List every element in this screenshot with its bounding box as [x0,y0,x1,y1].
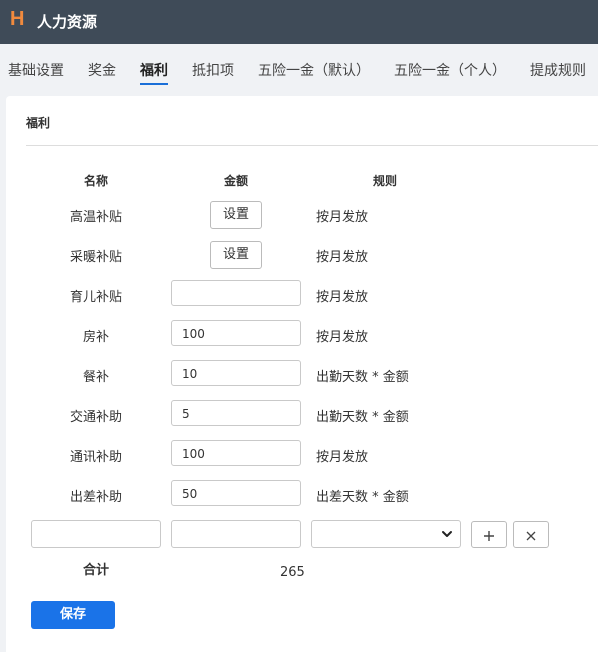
tab-bonus[interactable]: 奖金 [88,60,116,80]
tab-insurance-default[interactable]: 五险一金（默认） [258,60,370,80]
row-rule-childcare: 按月发放 [316,290,369,305]
tab-commission-rules[interactable]: 提成规则 [530,60,586,80]
childcare-amount-input[interactable] [171,280,301,306]
tab-deductions[interactable]: 抵扣项 [192,60,234,80]
row-rule-high-temp: 按月发放 [316,210,369,225]
telecom-amount-input[interactable]: 100 [171,440,301,466]
add-row-button[interactable] [471,521,507,548]
chevron-down-icon [442,531,452,537]
row-name-business-trip: 出差补助 [69,490,122,505]
total-value: 265 [280,565,305,580]
close-icon [526,531,536,540]
housing-amount-input[interactable]: 100 [171,320,301,346]
row-name-meal: 餐补 [82,370,109,385]
row-rule-transport: 出勤天数 * 金额 [316,410,409,425]
plus-icon [484,530,494,541]
row-name-telecom: 通讯补助 [69,450,122,465]
tab-bar: 基础设置 奖金 福利 抵扣项 五险一金（默认） 五险一金（个人） 提成规则 [0,44,598,96]
tab-basic-settings[interactable]: 基础设置 [8,60,64,80]
total-label: 合计 [82,563,109,578]
section-title: 福利 [26,116,51,130]
row-rule-business-trip: 出差天数 * 金额 [316,490,409,505]
column-header-name: 名称 [83,174,108,188]
row-name-transport: 交通补助 [69,410,122,425]
transport-amount-input[interactable]: 5 [171,400,301,426]
row-rule-telecom: 按月发放 [316,450,369,465]
remove-row-button[interactable] [513,521,549,548]
row-rule-housing: 按月发放 [316,330,369,345]
new-item-amount-input[interactable] [171,520,301,548]
high-temp-settings-button[interactable]: 设置 [210,201,262,229]
section-divider [26,145,598,146]
meal-amount-input[interactable]: 10 [171,360,301,386]
row-name-high-temp: 高温补贴 [69,210,122,225]
welfare-panel: 福利 名称 金额 规则 高温补贴 设置 按月发放 采暖补贴 设置 按月发放 育儿… [6,96,598,652]
row-name-housing: 房补 [82,330,109,345]
row-name-childcare: 育儿补贴 [69,290,122,305]
row-rule-meal: 出勤天数 * 金额 [316,370,409,385]
app-title: 人力资源 [37,13,98,31]
app-header: H 人力资源 [0,0,598,44]
column-header-amount: 金额 [223,174,248,188]
tab-insurance-personal[interactable]: 五险一金（个人） [394,60,506,80]
heating-settings-button[interactable]: 设置 [210,241,262,269]
app-logo-icon: H [10,8,25,30]
row-rule-heating: 按月发放 [316,250,369,265]
business-trip-amount-input[interactable]: 50 [171,480,301,506]
row-name-heating: 采暖补贴 [69,250,122,265]
save-button[interactable]: 保存 [31,601,115,629]
tab-welfare[interactable]: 福利 [140,60,168,85]
new-item-rule-select[interactable] [311,520,461,548]
new-item-name-input[interactable] [31,520,161,548]
column-header-rule: 规则 [373,174,398,188]
